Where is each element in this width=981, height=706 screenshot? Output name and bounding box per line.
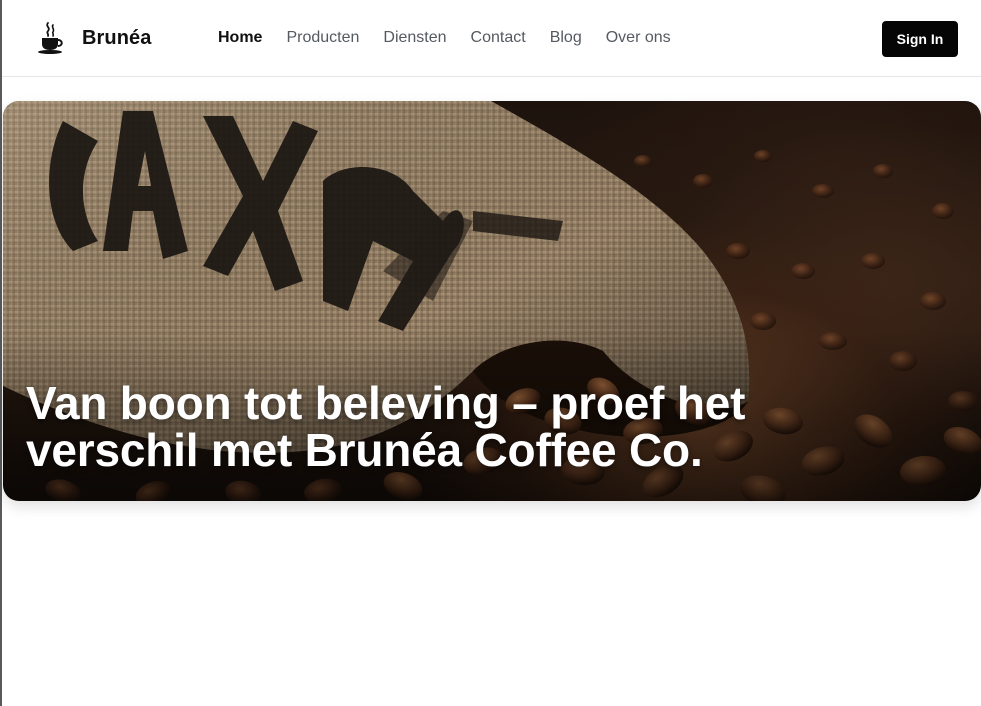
brand-name: Brunéa (82, 26, 152, 49)
nav-item-producten[interactable]: Producten (286, 28, 359, 48)
coffee-cup-icon (38, 22, 63, 54)
nav-item-over-ons[interactable]: Over ons (606, 28, 671, 48)
nav-item-home[interactable]: Home (218, 28, 262, 48)
nav-item-blog[interactable]: Blog (550, 28, 582, 48)
site-header: Brunéa Home Producten Diensten Contact B… (2, 0, 981, 77)
sign-in-button[interactable]: Sign In (882, 21, 958, 57)
hero-title: Van boon tot beleving – proef het versch… (26, 377, 746, 476)
brand-logo-link[interactable]: Brunéa (37, 18, 152, 58)
nav-item-contact[interactable]: Contact (471, 28, 526, 48)
nav-item-diensten[interactable]: Diensten (383, 28, 446, 48)
main-nav: Home Producten Diensten Contact Blog Ove… (218, 28, 695, 48)
hero-banner: Van boon tot beleving – proef het versch… (3, 101, 981, 501)
window-edge (0, 0, 2, 706)
